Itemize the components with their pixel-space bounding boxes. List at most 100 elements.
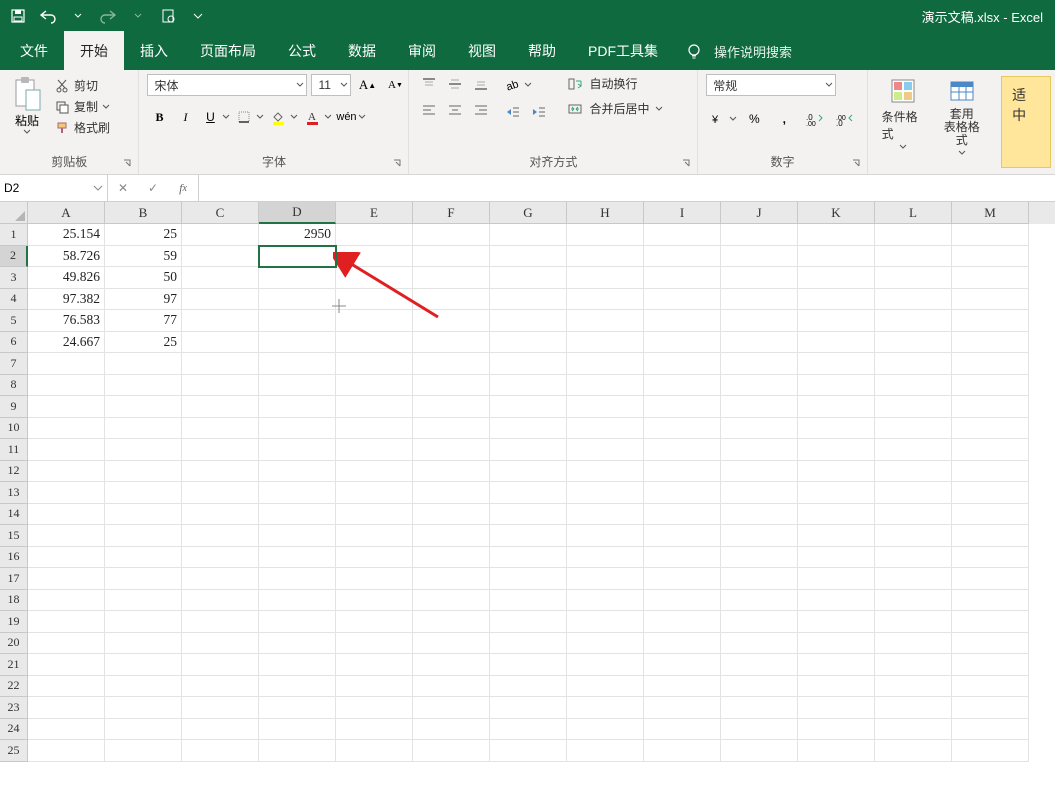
cell-B15[interactable] — [105, 525, 182, 547]
cell-K11[interactable] — [798, 439, 875, 461]
cell-I9[interactable] — [644, 396, 721, 418]
cell-A6[interactable]: 24.667 — [28, 332, 105, 354]
align-center-button[interactable] — [443, 100, 467, 120]
cell-C6[interactable] — [182, 332, 259, 354]
cell-M18[interactable] — [952, 590, 1029, 612]
cell-F9[interactable] — [413, 396, 490, 418]
cell-F20[interactable] — [413, 633, 490, 655]
cell-M11[interactable] — [952, 439, 1029, 461]
cell-I20[interactable] — [644, 633, 721, 655]
cell-L17[interactable] — [875, 568, 952, 590]
cell-J5[interactable] — [721, 310, 798, 332]
row-header-10[interactable]: 10 — [0, 418, 28, 440]
decrease-decimal-button[interactable]: .00.0 — [830, 108, 858, 130]
cell-M22[interactable] — [952, 676, 1029, 698]
cell-I8[interactable] — [644, 375, 721, 397]
cell-K7[interactable] — [798, 353, 875, 375]
cell-I12[interactable] — [644, 461, 721, 483]
cell-E15[interactable] — [336, 525, 413, 547]
cell-I1[interactable] — [644, 224, 721, 246]
cell-M16[interactable] — [952, 547, 1029, 569]
cell-H24[interactable] — [567, 719, 644, 741]
cell-M7[interactable] — [952, 353, 1029, 375]
cell-I17[interactable] — [644, 568, 721, 590]
cell-C4[interactable] — [182, 289, 259, 311]
row-header-13[interactable]: 13 — [0, 482, 28, 504]
cell-K24[interactable] — [798, 719, 875, 741]
cell-J15[interactable] — [721, 525, 798, 547]
row-header-17[interactable]: 17 — [0, 568, 28, 590]
cell-H10[interactable] — [567, 418, 644, 440]
cell-I4[interactable] — [644, 289, 721, 311]
cell-L5[interactable] — [875, 310, 952, 332]
cell-A11[interactable] — [28, 439, 105, 461]
cell-C12[interactable] — [182, 461, 259, 483]
cell-D5[interactable] — [259, 310, 336, 332]
accounting-format-button[interactable]: ¥ — [706, 108, 738, 130]
cell-M13[interactable] — [952, 482, 1029, 504]
cell-H15[interactable] — [567, 525, 644, 547]
clipboard-launcher[interactable] — [120, 156, 134, 170]
cell-L22[interactable] — [875, 676, 952, 698]
cell-J8[interactable] — [721, 375, 798, 397]
cell-A8[interactable] — [28, 375, 105, 397]
cell-C15[interactable] — [182, 525, 259, 547]
cell-A12[interactable] — [28, 461, 105, 483]
cell-M12[interactable] — [952, 461, 1029, 483]
tab-page-layout[interactable]: 页面布局 — [184, 31, 272, 70]
cell-G1[interactable] — [490, 224, 567, 246]
cell-B5[interactable]: 77 — [105, 310, 182, 332]
cell-G2[interactable] — [490, 246, 567, 268]
font-launcher[interactable] — [390, 156, 404, 170]
row-header-24[interactable]: 24 — [0, 719, 28, 741]
cell-M5[interactable] — [952, 310, 1029, 332]
orientation-button[interactable]: ab — [501, 74, 551, 96]
row-header-7[interactable]: 7 — [0, 353, 28, 375]
cell-L20[interactable] — [875, 633, 952, 655]
cell-M3[interactable] — [952, 267, 1029, 289]
cell-D13[interactable] — [259, 482, 336, 504]
tab-pdf-tools[interactable]: PDF工具集 — [572, 31, 674, 70]
select-all-corner[interactable] — [0, 202, 28, 224]
cell-L16[interactable] — [875, 547, 952, 569]
cell-F13[interactable] — [413, 482, 490, 504]
cell-B2[interactable]: 59 — [105, 246, 182, 268]
cell-E18[interactable] — [336, 590, 413, 612]
copy-button[interactable]: 复制 — [50, 97, 114, 116]
cell-M21[interactable] — [952, 654, 1029, 676]
cell-L14[interactable] — [875, 504, 952, 526]
cell-B6[interactable]: 25 — [105, 332, 182, 354]
cell-B10[interactable] — [105, 418, 182, 440]
cell-K16[interactable] — [798, 547, 875, 569]
cell-L9[interactable] — [875, 396, 952, 418]
cell-E25[interactable] — [336, 740, 413, 762]
cell-L7[interactable] — [875, 353, 952, 375]
cell-H20[interactable] — [567, 633, 644, 655]
cell-F7[interactable] — [413, 353, 490, 375]
cell-J2[interactable] — [721, 246, 798, 268]
cell-E2[interactable] — [336, 246, 413, 268]
cell-A18[interactable] — [28, 590, 105, 612]
cell-K15[interactable] — [798, 525, 875, 547]
cell-C20[interactable] — [182, 633, 259, 655]
cell-A13[interactable] — [28, 482, 105, 504]
column-header-A[interactable]: A — [28, 202, 105, 224]
cell-K21[interactable] — [798, 654, 875, 676]
tell-me-search[interactable]: 操作说明搜索 — [714, 42, 792, 61]
cell-G3[interactable] — [490, 267, 567, 289]
cell-L4[interactable] — [875, 289, 952, 311]
cell-I14[interactable] — [644, 504, 721, 526]
cell-D16[interactable] — [259, 547, 336, 569]
cell-E5[interactable] — [336, 310, 413, 332]
cell-K1[interactable] — [798, 224, 875, 246]
cell-E7[interactable] — [336, 353, 413, 375]
column-header-D[interactable]: D — [259, 202, 336, 224]
cell-C19[interactable] — [182, 611, 259, 633]
cell-H12[interactable] — [567, 461, 644, 483]
cell-G20[interactable] — [490, 633, 567, 655]
cell-B24[interactable] — [105, 719, 182, 741]
cell-K20[interactable] — [798, 633, 875, 655]
font-name-dropdown[interactable]: 宋体 — [147, 74, 307, 96]
column-header-B[interactable]: B — [105, 202, 182, 224]
cell-H21[interactable] — [567, 654, 644, 676]
